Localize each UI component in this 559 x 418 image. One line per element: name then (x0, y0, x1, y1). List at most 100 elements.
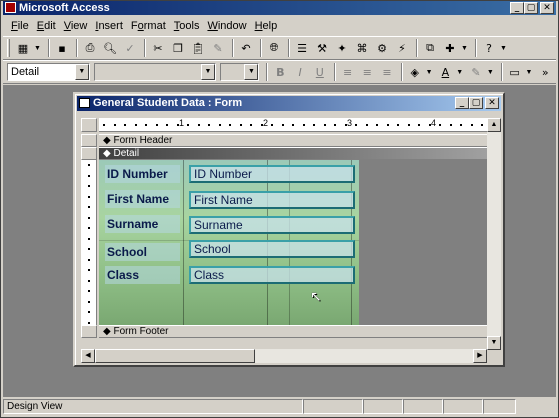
formatting-toolbar: Detail ▼ ▼ ▼ B I U ≡ ≡ ≡ ◈ ▼ A ▼ ✎ ▼ ▭ ▼… (3, 60, 556, 84)
detail-section-bar[interactable]: ◆ Detail (99, 147, 487, 160)
form-title-bar[interactable]: General Student Data : Form _ ▢ ✕ (77, 96, 501, 111)
menu-edit[interactable]: Edit (37, 20, 56, 32)
vertical-scrollbar[interactable]: ▲ ▼ (487, 118, 501, 350)
label-surname[interactable]: Surname (105, 215, 180, 233)
font-name-combo[interactable]: ▼ (93, 63, 217, 81)
chevron-down-icon[interactable]: ▼ (201, 64, 216, 80)
code-icon[interactable]: ⌘ (353, 39, 371, 57)
new-object-icon[interactable]: ✚ (441, 39, 459, 57)
bold-button[interactable]: B (271, 63, 289, 81)
print-preview-icon[interactable]: 🔍︎ (101, 39, 119, 57)
menu-view[interactable]: View (64, 20, 88, 32)
line-color-icon[interactable]: ✎ (467, 63, 485, 81)
build-icon[interactable]: ⚡ (393, 39, 411, 57)
textbox-id-number[interactable]: ID Number (189, 165, 355, 183)
print-icon[interactable]: ⎙ (81, 39, 99, 57)
form-minimize-button[interactable]: _ (455, 97, 469, 109)
textbox-first-name[interactable]: First Name (189, 191, 355, 209)
app-title-bar[interactable]: Microsoft Access _ ▢ ✕ (3, 1, 556, 15)
underline-button[interactable]: U (311, 63, 329, 81)
ruler-tick (271, 124, 273, 126)
chevron-down-icon[interactable]: ▼ (487, 69, 495, 76)
horizontal-scroll-thumb[interactable] (95, 349, 255, 363)
menu-file[interactable]: File (11, 20, 29, 32)
label-id-number[interactable]: ID Number (105, 165, 180, 183)
access-app-icon[interactable] (5, 2, 16, 13)
close-button[interactable]: ✕ (540, 2, 554, 14)
ruler-tick (439, 124, 441, 126)
menu-window[interactable]: Window (207, 20, 246, 32)
chevron-down-icon[interactable]: ▼ (500, 45, 508, 52)
italic-button[interactable]: I (291, 63, 309, 81)
ruler-tick (88, 258, 90, 261)
ruler-tick (88, 227, 90, 229)
form-restore-button[interactable]: ▢ (469, 97, 483, 109)
cut-icon[interactable]: ✂ (149, 39, 167, 57)
font-color-icon[interactable]: A (437, 63, 455, 81)
properties-icon[interactable]: ⚙ (373, 39, 391, 57)
chevron-down-icon[interactable]: ▼ (244, 64, 259, 80)
ruler-tick (470, 124, 473, 126)
scroll-down-icon[interactable]: ▼ (487, 336, 501, 350)
autoformat-icon[interactable]: ✦ (333, 39, 351, 57)
undo-icon[interactable]: ↶ (237, 39, 255, 57)
spelling-icon[interactable]: ✓ (121, 39, 139, 57)
chevron-down-icon[interactable]: ▼ (461, 45, 469, 52)
format-painter-icon[interactable]: ✎ (209, 39, 227, 57)
horizontal-ruler[interactable]: 1 2 3 4 (99, 118, 487, 132)
textbox-class[interactable]: Class (189, 266, 355, 284)
form-header-bar[interactable]: ◆ Form Header (99, 134, 487, 147)
form-icon[interactable] (79, 98, 90, 108)
object-combo[interactable]: Detail ▼ (7, 63, 90, 81)
align-right-icon[interactable]: ≡ (378, 63, 396, 81)
toolbar-overflow-button[interactable]: » (536, 63, 554, 81)
align-left-icon[interactable]: ≡ (339, 63, 357, 81)
toolbar-grip[interactable] (7, 39, 10, 57)
toolbar-separator (260, 39, 262, 57)
help-icon[interactable]: ? (480, 39, 498, 57)
scroll-left-icon[interactable]: ◀ (81, 349, 95, 363)
textbox-school[interactable]: School (189, 240, 355, 258)
chevron-down-icon[interactable]: ▼ (525, 69, 533, 76)
form-footer-selector[interactable] (81, 325, 97, 338)
label-first-name[interactable]: First Name (105, 190, 180, 208)
save-icon[interactable]: ▪ (53, 39, 71, 57)
toolbox-icon[interactable]: ⚒ (313, 39, 331, 57)
form-selector[interactable] (81, 118, 97, 132)
detail-section-canvas[interactable]: ID Number ID Number First Name First Nam… (99, 160, 359, 325)
menu-help[interactable]: Help (255, 20, 278, 32)
font-size-combo[interactable]: ▼ (220, 63, 260, 81)
align-center-icon[interactable]: ≡ (358, 63, 376, 81)
menu-format[interactable]: Format (131, 20, 166, 32)
menu-insert[interactable]: Insert (95, 20, 123, 32)
chevron-down-icon[interactable]: ▼ (426, 69, 434, 76)
form-footer-bar[interactable]: ◆ Form Footer (99, 325, 487, 338)
chevron-down-icon[interactable]: ▼ (456, 69, 464, 76)
label-school[interactable]: School (105, 243, 180, 261)
menu-tools[interactable]: Tools (174, 20, 200, 32)
fill-color-icon[interactable]: ◈ (406, 63, 424, 81)
scroll-right-icon[interactable]: ▶ (473, 349, 487, 363)
design-background-area[interactable] (359, 160, 487, 325)
insert-hyperlink-icon[interactable]: 🌐︎ (265, 39, 283, 57)
copy-icon[interactable]: ❐ (169, 39, 187, 57)
detail-selector[interactable] (81, 147, 97, 160)
form-header-selector[interactable] (81, 134, 97, 147)
form-view-icon[interactable]: ▦ (14, 39, 32, 57)
database-window-icon[interactable]: ⧉ (421, 39, 439, 57)
minimize-button[interactable]: _ (510, 2, 524, 14)
horizontal-scrollbar[interactable]: ◀ ▶ (81, 349, 487, 363)
form-close-button[interactable]: ✕ (485, 97, 499, 109)
paste-icon[interactable]: 📋︎ (189, 39, 207, 57)
label-class[interactable]: Class (105, 266, 180, 284)
vertical-ruler[interactable] (81, 160, 97, 325)
form-title: General Student Data : Form (93, 97, 243, 109)
scroll-up-icon[interactable]: ▲ (487, 118, 501, 132)
textbox-surname[interactable]: Surname (189, 216, 355, 234)
restore-button[interactable]: ▢ (524, 2, 538, 14)
chevron-down-icon[interactable]: ▼ (34, 45, 42, 52)
field-list-icon[interactable]: ☰ (293, 39, 311, 57)
chevron-down-icon[interactable]: ▼ (74, 64, 89, 80)
line-width-icon[interactable]: ▭ (506, 63, 524, 81)
ruler-tick (113, 124, 116, 126)
